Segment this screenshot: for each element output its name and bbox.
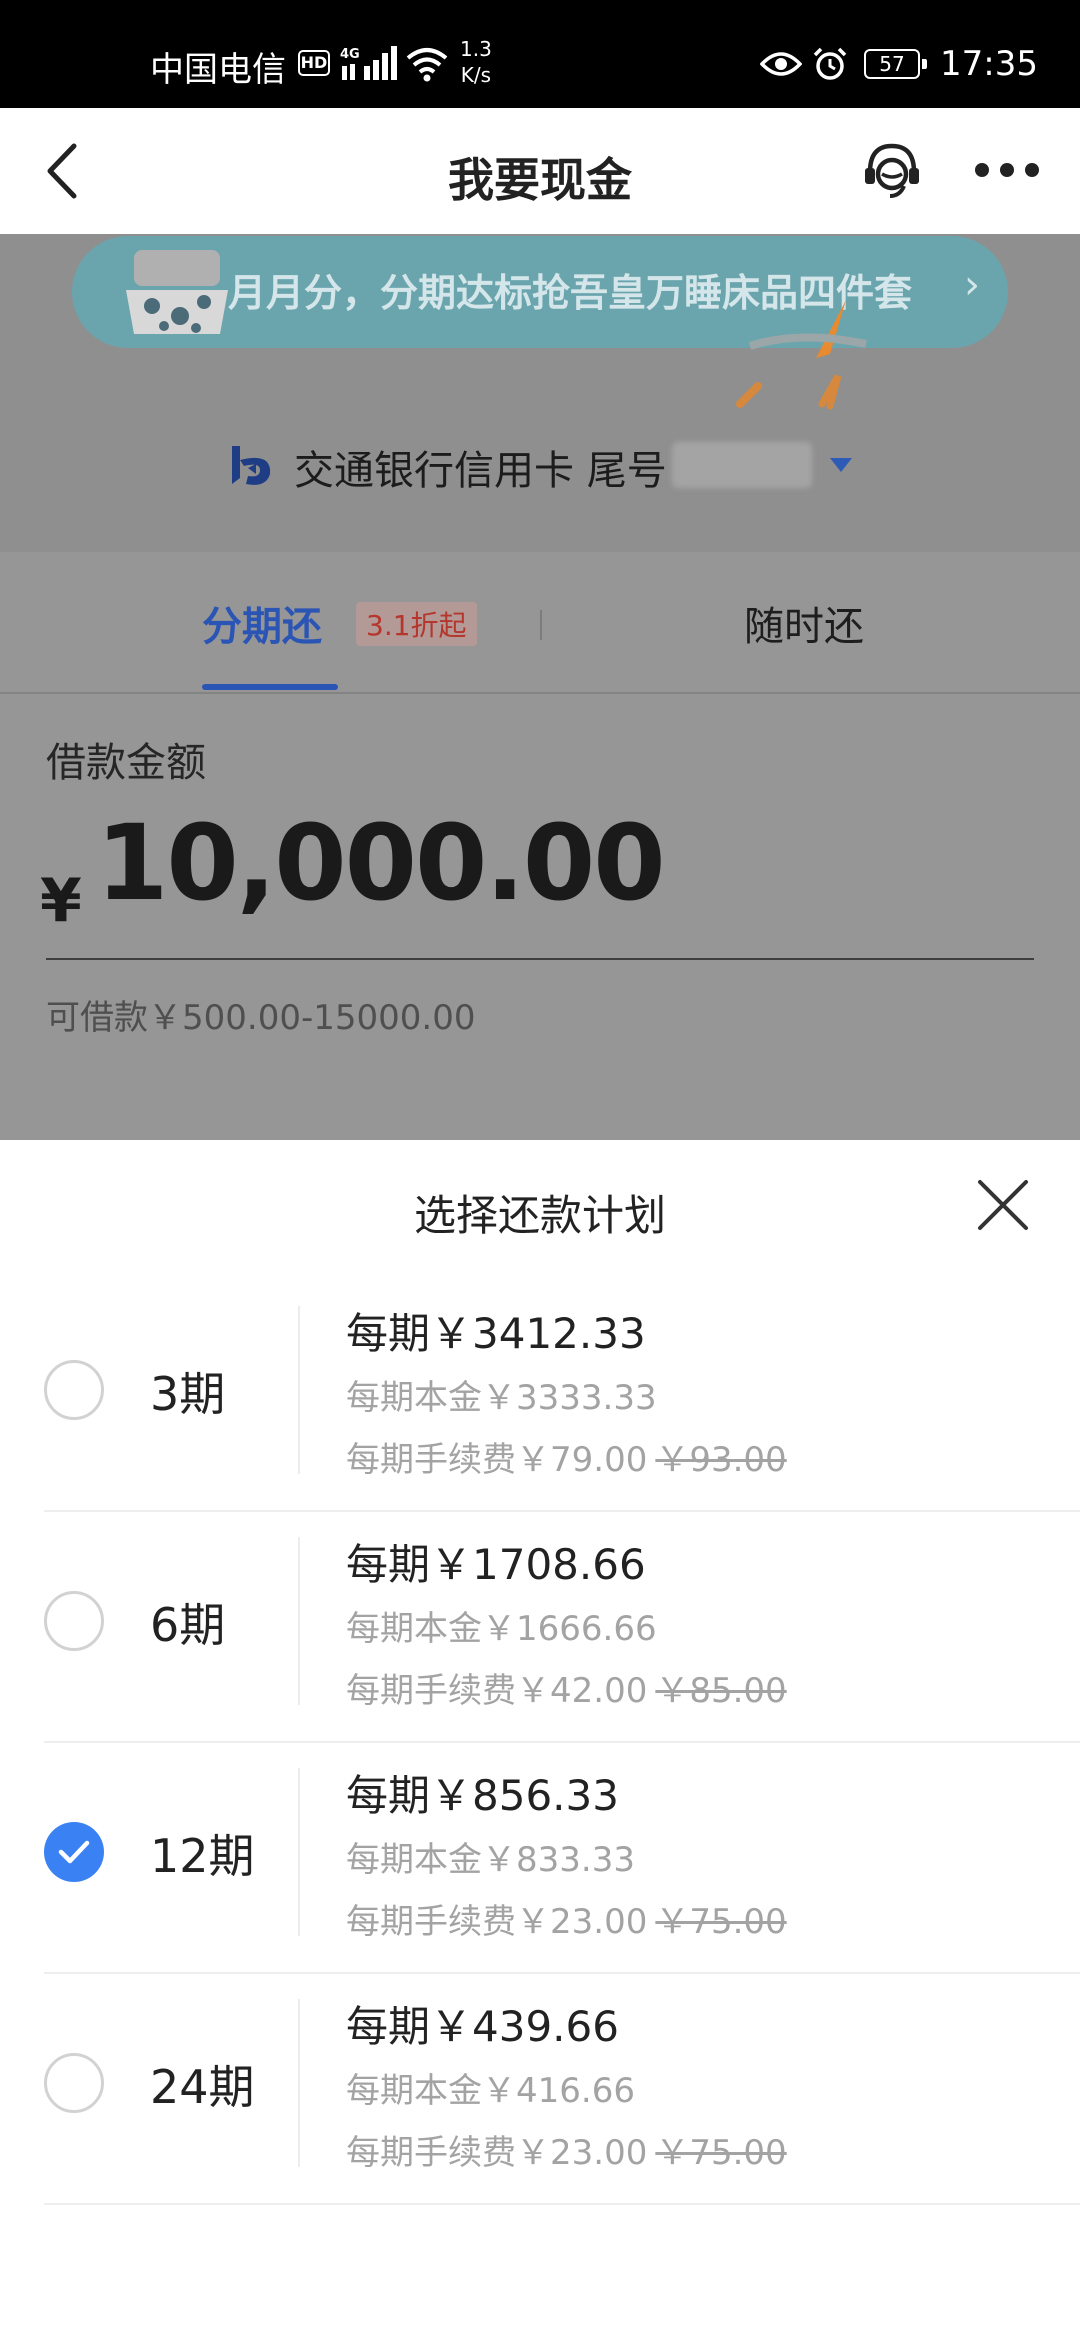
plan-fee: 每期手续费￥23.00 ￥75.00	[346, 2125, 787, 2174]
plan-fee-original: ￥85.00	[655, 1671, 787, 1711]
tab-divider	[540, 610, 542, 640]
bank-card-name: 交通银行信用卡 尾号	[294, 448, 667, 494]
plan-principal: 每期本金￥3333.33	[346, 1378, 657, 1418]
plan-fee-original: ￥75.00	[655, 2133, 787, 2173]
tab-anytime[interactable]: 随时还	[744, 594, 864, 652]
network-type: 4G	[340, 47, 360, 62]
plan-term: 12期	[150, 1829, 255, 1883]
plan-per-period: 每期￥1708.66	[346, 1540, 646, 1589]
plan-divider	[298, 1999, 300, 2167]
plan-divider	[298, 1306, 300, 1474]
radio-button[interactable]	[44, 2053, 104, 2113]
row-divider	[44, 2203, 1080, 2205]
radio-button-checked[interactable]	[44, 1822, 104, 1882]
speed-unit: K/s	[460, 63, 492, 87]
background-content: 月月分，分期达标抢吾皇万睡床品四件套 › 交通银行信用卡 尾号 分期还 3.1折…	[0, 234, 1080, 1140]
status-bar: 中国电信 HD 4G 1.3 K/s 57 17:35	[0, 0, 1080, 108]
amount-underline	[46, 958, 1034, 960]
plan-divider	[298, 1768, 300, 1936]
plan-principal: 每期本金￥833.33	[346, 1840, 635, 1880]
carrier-name: 中国电信	[150, 50, 286, 90]
loan-panel: 分期还 3.1折起 随时还 借款金额 ¥ 10,000.00 可借款￥500.0…	[0, 552, 1080, 1140]
chevron-right-icon: ›	[964, 262, 980, 308]
customer-service-icon[interactable]	[860, 138, 924, 202]
plan-divider	[298, 1537, 300, 1705]
checkmark-icon	[58, 1840, 90, 1864]
plan-option-6[interactable]: 6期 每期￥1708.66 每期本金￥1666.66 每期手续费￥42.00 ￥8…	[0, 1511, 1080, 1743]
currency-symbol: ¥	[40, 866, 82, 936]
plan-term: 3期	[150, 1367, 226, 1421]
plan-per-period: 每期￥856.33	[346, 1771, 619, 1820]
bank-logo-icon	[232, 446, 271, 485]
plan-fee-current: 每期手续费￥23.00	[346, 2133, 648, 2173]
plan-fee: 每期手续费￥42.00 ￥85.00	[346, 1663, 787, 1712]
loan-range-hint: 可借款￥500.00-15000.00	[46, 998, 476, 1038]
clock: 17:35	[940, 44, 1038, 84]
tab-active-indicator	[202, 684, 338, 690]
cellular-signal-icon: 4G	[340, 46, 397, 80]
bed-image	[126, 250, 228, 334]
hd-badge: HD	[298, 50, 330, 76]
eye-icon	[760, 52, 802, 76]
plan-principal: 每期本金￥416.66	[346, 2071, 635, 2111]
amount-label: 借款金额	[46, 740, 206, 786]
plan-fee: 每期手续费￥79.00 ￥93.00	[346, 1432, 787, 1481]
plan-fee-original: ￥75.00	[655, 1902, 787, 1942]
plan-principal: 每期本金￥1666.66	[346, 1609, 657, 1649]
repayment-plan-sheet: 选择还款计划 3期 每期￥3412.33 每期本金￥3333.33 每期手续费￥…	[0, 1140, 1080, 2340]
radio-button[interactable]	[44, 1591, 104, 1651]
plan-per-period: 每期￥3412.33	[346, 1309, 646, 1358]
battery-level: 57	[864, 49, 927, 79]
close-icon[interactable]	[974, 1176, 1032, 1234]
radio-button[interactable]	[44, 1360, 104, 1420]
plan-option-3[interactable]: 3期 每期￥3412.33 每期本金￥3333.33 每期手续费￥79.00 ￥9…	[0, 1280, 1080, 1512]
wifi-icon	[406, 48, 448, 82]
sparkle-decoration-icon	[736, 300, 867, 410]
loan-amount-input[interactable]: 10,000.00	[96, 802, 666, 924]
tabs-bottom-border	[0, 692, 1080, 694]
plan-fee-original: ￥93.00	[655, 1440, 787, 1480]
plan-per-period: 每期￥439.66	[346, 2002, 619, 2051]
plan-fee: 每期手续费￥23.00 ￥75.00	[346, 1894, 787, 1943]
plan-fee-current: 每期手续费￥79.00	[346, 1440, 648, 1480]
plan-term: 24期	[150, 2060, 255, 2114]
speed-value: 1.3	[460, 37, 492, 61]
plan-fee-current: 每期手续费￥42.00	[346, 1671, 648, 1711]
nav-bar: 我要现金	[0, 108, 1080, 234]
card-number-redacted	[672, 442, 812, 488]
plan-option-24[interactable]: 24期 每期￥439.66 每期本金￥416.66 每期手续费￥23.00 ￥75…	[0, 1973, 1080, 2205]
plan-option-12[interactable]: 12期 每期￥856.33 每期本金￥833.33 每期手续费￥23.00 ￥75…	[0, 1742, 1080, 1974]
plan-fee-current: 每期手续费￥23.00	[346, 1902, 648, 1942]
sheet-title: 选择还款计划	[413, 1191, 666, 1240]
more-dots-icon[interactable]	[975, 160, 1039, 182]
plan-term: 6期	[150, 1598, 226, 1652]
tab-installment[interactable]: 分期还	[202, 594, 322, 652]
network-speed: 1.3 K/s	[460, 36, 492, 88]
discount-badge: 3.1折起	[356, 602, 477, 646]
alarm-icon	[813, 47, 847, 80]
triangle-down-icon[interactable]	[830, 458, 852, 474]
card-selector[interactable]: 交通银行信用卡 尾号	[0, 408, 1080, 516]
